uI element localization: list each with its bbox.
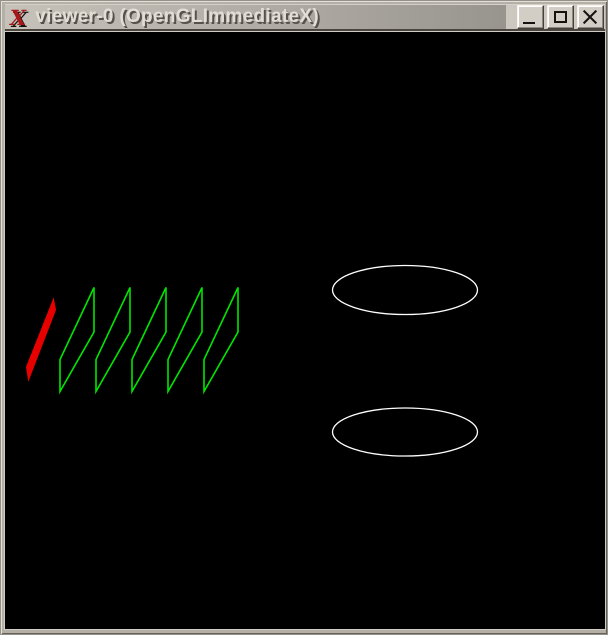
minimize-button[interactable] (517, 5, 544, 29)
green-wire-quad-2 (96, 288, 130, 392)
titlebar[interactable]: X viewer-0 (OpenGLImmediateX) (5, 4, 605, 31)
green-wire-quad-3 (132, 288, 166, 392)
window-controls (506, 5, 605, 29)
x11-red-x-icon: X (8, 7, 28, 28)
maximize-button[interactable] (547, 5, 574, 29)
viewer-window: X viewer-0 (OpenGLImmediateX) (0, 0, 608, 635)
green-wire-quad-5 (204, 288, 238, 392)
green-wire-quad-1 (60, 288, 94, 392)
red-filled-quad (27, 299, 56, 380)
white-ellipse-top (333, 266, 478, 315)
close-icon (582, 9, 598, 25)
white-ellipse-bottom (333, 408, 478, 456)
green-wire-quad-4 (168, 288, 202, 392)
window-title: viewer-0 (OpenGLImmediateX) (35, 6, 319, 28)
maximize-icon (554, 11, 567, 23)
opengl-viewport[interactable] (5, 32, 605, 629)
close-button[interactable] (577, 5, 604, 29)
minimize-icon (523, 22, 535, 24)
scene-svg (5, 32, 605, 629)
